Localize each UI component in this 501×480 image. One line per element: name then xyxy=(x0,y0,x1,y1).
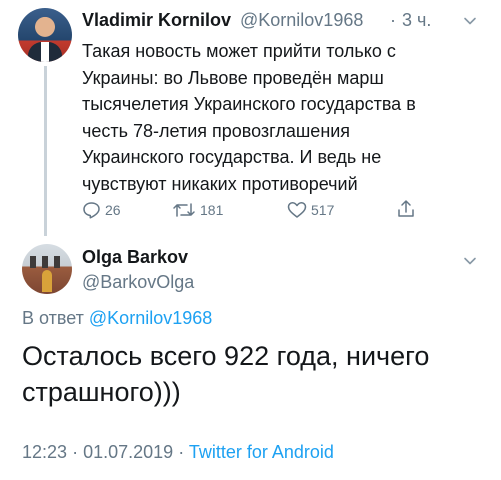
meta-separator: · xyxy=(178,442,185,462)
heart-icon xyxy=(287,201,307,219)
tweet2-meta: 12:23 · 01.07.2019 · Twitter for Android xyxy=(22,442,334,463)
tweet1-text-line: Украинского государства. И ведь не xyxy=(82,147,382,167)
tweet1-text-line: Украины: во Львове проведён марш xyxy=(82,67,384,88)
tweet1-timestamp[interactable]: 3 ч. xyxy=(402,10,431,31)
avatar-barkov[interactable] xyxy=(22,244,72,294)
avatar-shirt xyxy=(41,42,49,62)
chevron-down-icon[interactable] xyxy=(463,254,477,268)
tweet1-separator: · xyxy=(390,10,396,30)
tweet1-text-line: честь 78-летия провозглашения xyxy=(82,120,351,141)
meta-separator: · xyxy=(72,442,79,462)
reply-button[interactable]: 26 xyxy=(82,201,121,219)
reply-context: В ответ @Kornilov1968 xyxy=(22,308,212,329)
tweet2-time[interactable]: 12:23 xyxy=(22,442,67,462)
avatar-detail xyxy=(54,256,60,268)
reply-count: 26 xyxy=(105,202,121,218)
tweet2-date[interactable]: 01.07.2019 xyxy=(83,442,173,462)
share-button[interactable] xyxy=(396,199,416,219)
retweet-icon xyxy=(172,201,196,219)
tweet1-text-line: чувствуют никаких противоречий xyxy=(82,173,358,194)
reply-icon xyxy=(82,201,101,219)
tweet2-text-line: страшного))) xyxy=(22,377,181,407)
tweet2-author-handle[interactable]: @BarkovOlga xyxy=(82,272,194,293)
tweet1-text-line: тысячелетия Украинского государства в xyxy=(82,94,416,114)
tweet2-author-name[interactable]: Olga Barkov xyxy=(82,247,188,268)
thread-line xyxy=(44,66,47,236)
like-count: 517 xyxy=(311,202,335,218)
tweet1-author-handle[interactable]: @Kornilov1968 xyxy=(240,10,363,31)
retweet-count: 181 xyxy=(200,202,224,218)
avatar-kornilov[interactable] xyxy=(18,8,72,62)
tweet1-text-line: Такая новость может прийти только с xyxy=(82,41,396,61)
tweet1-text: Такая новость может прийти только с Укра… xyxy=(82,38,477,197)
tweet2-text: Осталось всего 922 года, ничего страшног… xyxy=(22,338,482,410)
tweet1-author-name[interactable]: Vladimir Kornilov xyxy=(82,10,231,31)
share-icon xyxy=(396,199,416,219)
reply-prefix: В ответ xyxy=(22,308,84,328)
avatar-detail xyxy=(30,256,36,268)
chevron-down-icon[interactable] xyxy=(463,14,477,28)
avatar-detail xyxy=(42,256,48,268)
like-button[interactable]: 517 xyxy=(287,201,334,219)
tweet2-client-link[interactable]: Twitter for Android xyxy=(189,442,334,462)
avatar-person xyxy=(42,270,52,292)
tweet2-text-line: Осталось всего 922 года, ничего xyxy=(22,341,430,371)
retweet-button[interactable]: 181 xyxy=(172,201,223,219)
reply-mention-link[interactable]: @Kornilov1968 xyxy=(89,308,212,328)
